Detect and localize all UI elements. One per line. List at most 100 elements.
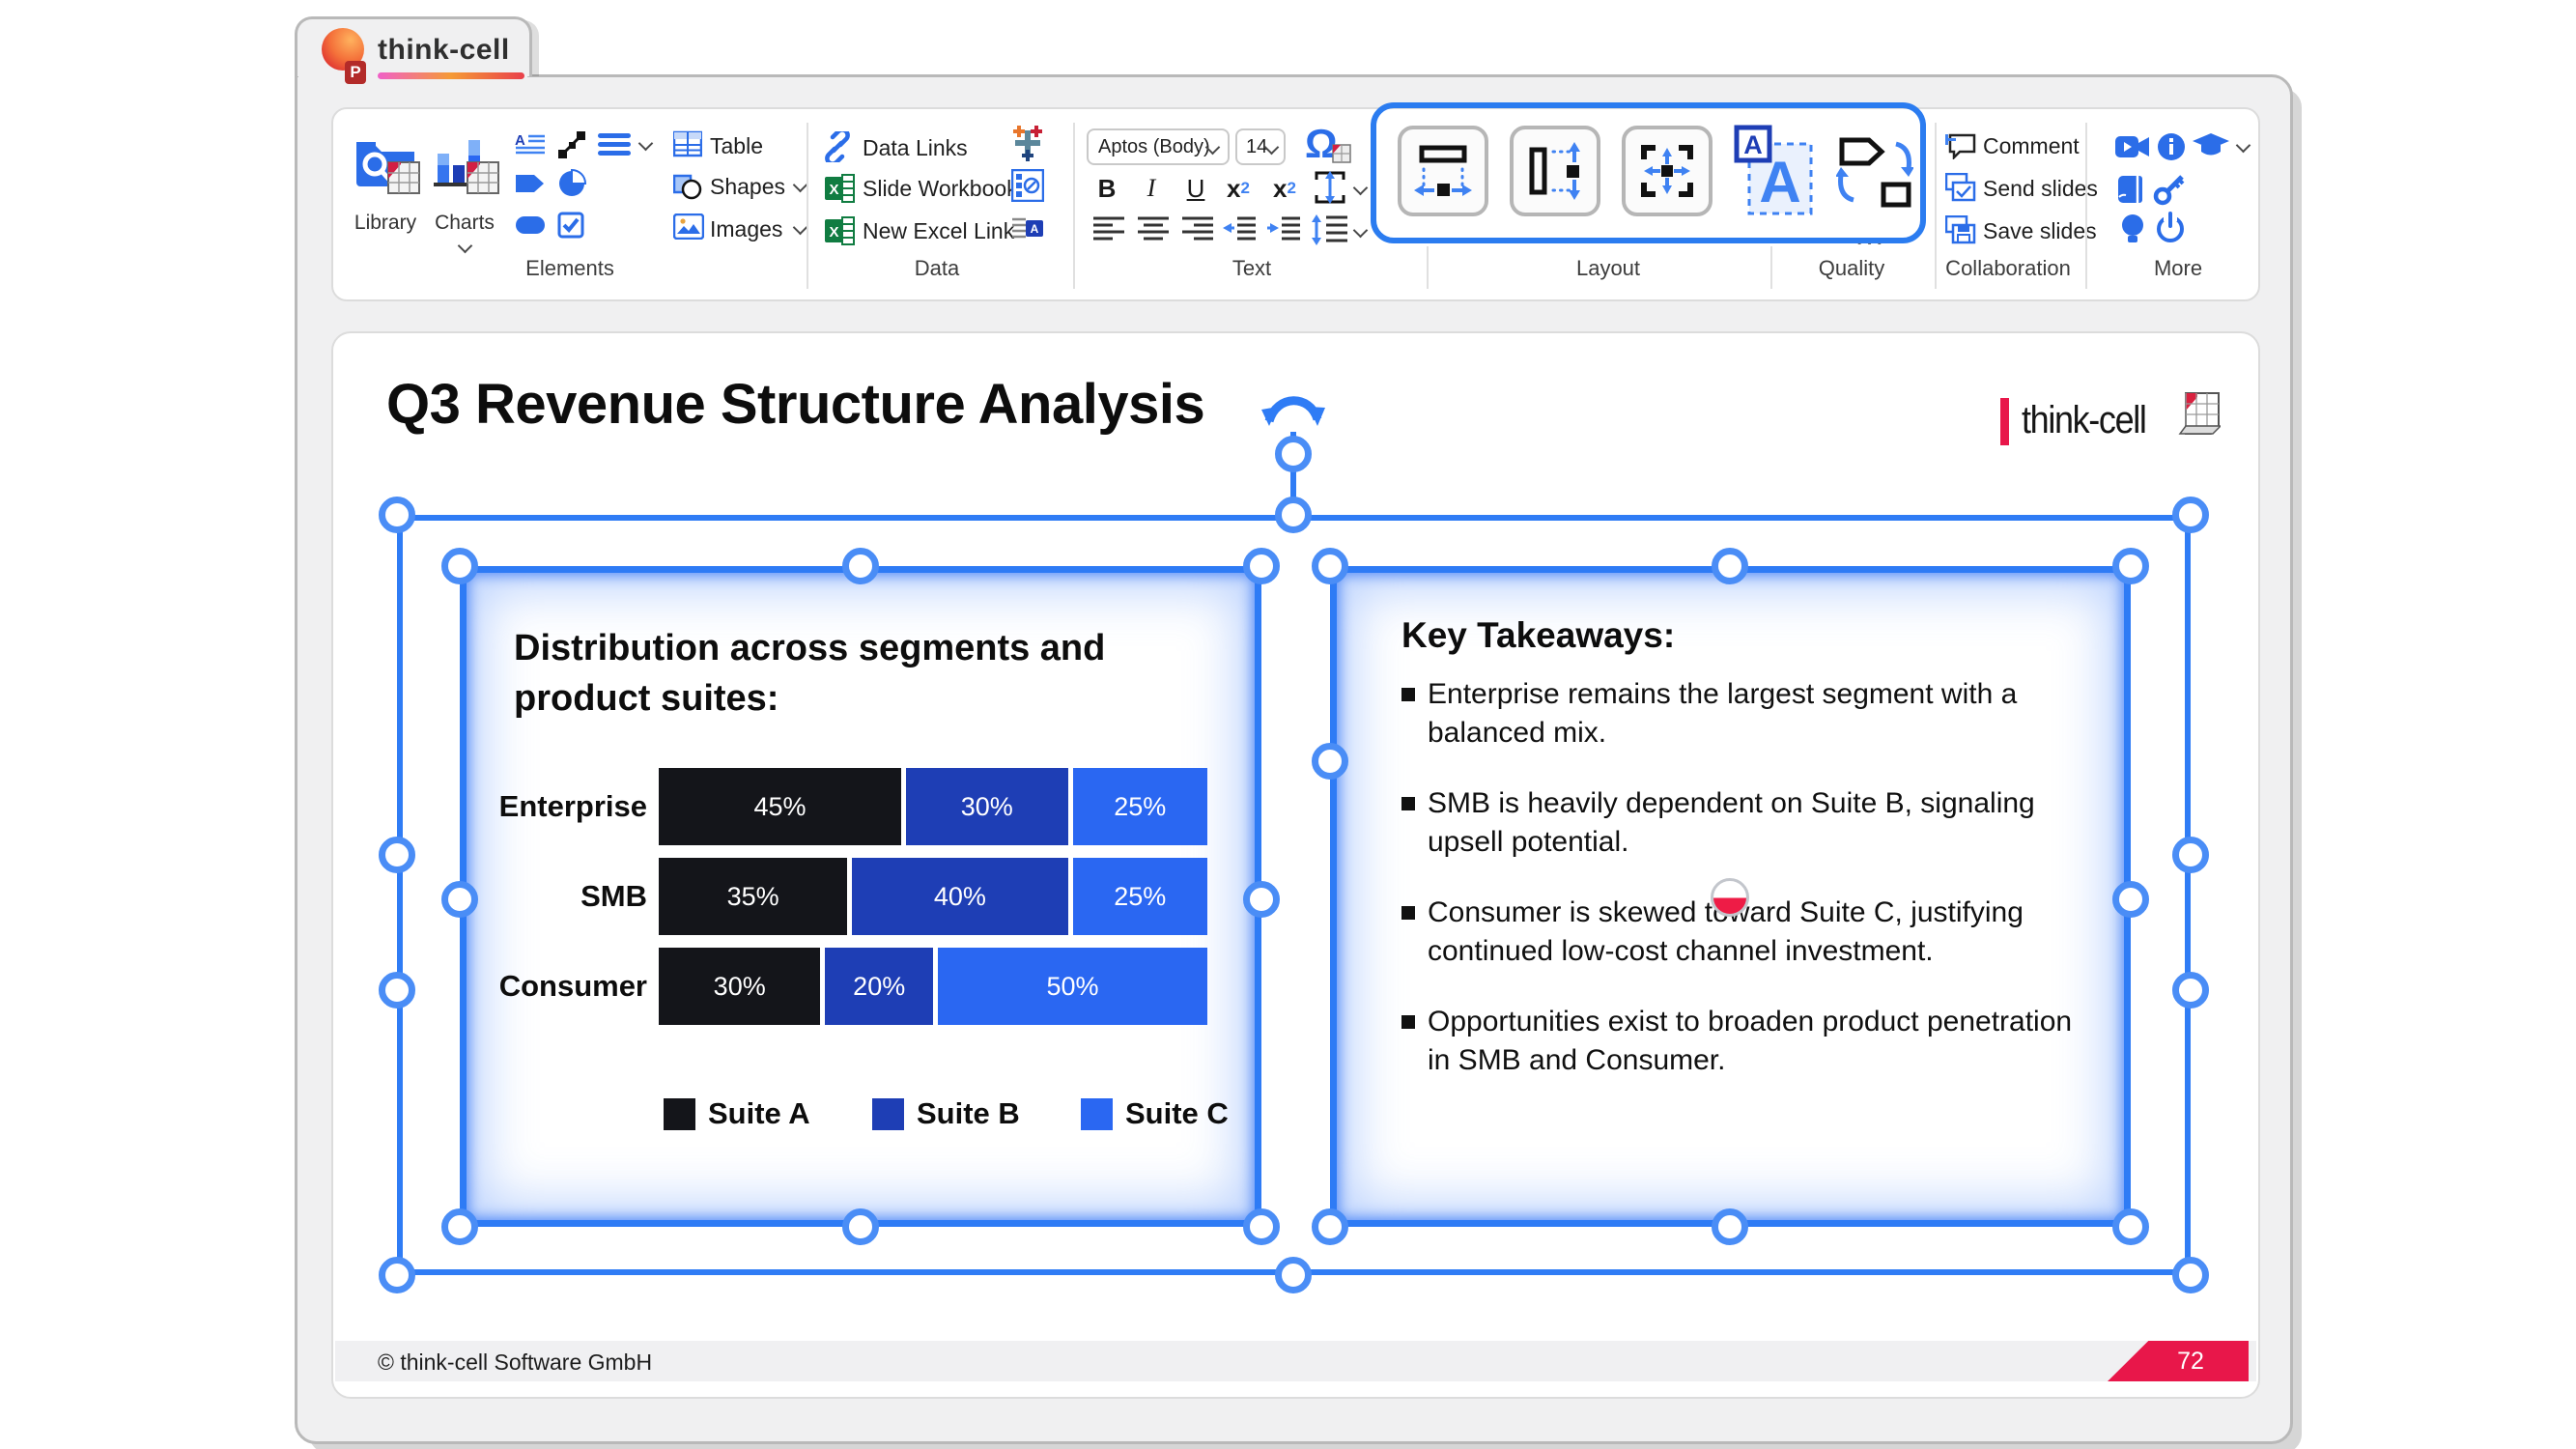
slide-workbook-button[interactable]: Slide Workbook bbox=[863, 176, 1018, 202]
underline-button[interactable]: U bbox=[1177, 171, 1214, 206]
deactivate-power-icon[interactable] bbox=[2155, 212, 2186, 242]
stacked-bar[interactable]: 30% 20% 50% bbox=[659, 948, 1207, 1025]
library-button[interactable] bbox=[354, 134, 420, 194]
selection-handle[interactable] bbox=[2172, 972, 2209, 1009]
tips-bulb-icon[interactable] bbox=[2120, 213, 2145, 244]
new-excel-link-button[interactable]: New Excel Link bbox=[863, 218, 1014, 244]
page-number-badge: 72 bbox=[2108, 1341, 2249, 1381]
line-spacing-chevron-icon[interactable] bbox=[1352, 222, 1369, 239]
selection-handle[interactable] bbox=[1243, 1208, 1280, 1245]
increase-indent-icon[interactable] bbox=[1266, 215, 1301, 241]
line-spacing-icon[interactable] bbox=[1311, 213, 1349, 246]
license-key-icon[interactable] bbox=[2153, 173, 2186, 206]
subscript-button[interactable]: x2 bbox=[1220, 171, 1257, 206]
shapes-button[interactable]: Shapes bbox=[710, 174, 785, 200]
rotate-handle-arrow-icon[interactable] bbox=[1260, 386, 1327, 431]
bar-segment: 45% bbox=[659, 768, 902, 845]
rotate-handle[interactable] bbox=[1275, 436, 1312, 472]
section-divider bbox=[2085, 123, 2087, 289]
list-menu-chevron-icon[interactable] bbox=[637, 135, 654, 152]
selection-handle[interactable] bbox=[1275, 1257, 1312, 1293]
chart-panel[interactable]: Distribution across segments and product… bbox=[460, 566, 1261, 1227]
selection-handle[interactable] bbox=[2172, 837, 2209, 873]
checkbox-icon[interactable] bbox=[557, 212, 584, 239]
legend-label: Suite A bbox=[708, 1096, 810, 1130]
selection-handle[interactable] bbox=[2112, 1208, 2149, 1245]
tab-title: think-cell bbox=[378, 34, 510, 66]
italic-button[interactable]: I bbox=[1133, 171, 1170, 206]
stacked-bar[interactable]: 45% 30% 25% bbox=[659, 768, 1207, 845]
manual-icon[interactable] bbox=[2116, 175, 2145, 204]
bold-button[interactable]: B bbox=[1089, 171, 1125, 206]
comment-button[interactable]: Comment bbox=[1983, 133, 2080, 159]
table-icon bbox=[673, 130, 702, 157]
selection-handle[interactable] bbox=[2112, 548, 2149, 584]
selection-handle[interactable] bbox=[379, 972, 415, 1009]
selection-handle[interactable] bbox=[441, 1208, 478, 1245]
data-links-button[interactable]: Data Links bbox=[863, 135, 968, 161]
selection-handle[interactable] bbox=[379, 1257, 415, 1293]
selection-handle[interactable] bbox=[1712, 548, 1748, 584]
more-chevron-icon[interactable] bbox=[2235, 137, 2251, 154]
selection-handle[interactable] bbox=[1312, 548, 1348, 584]
list-menu-icon[interactable] bbox=[598, 132, 633, 157]
fit-text-chevron-icon[interactable] bbox=[1352, 180, 1369, 196]
section-label-elements: Elements bbox=[525, 256, 614, 280]
selection-handle[interactable] bbox=[1275, 497, 1312, 533]
selection-handle[interactable] bbox=[1243, 881, 1280, 918]
font-size-select[interactable]: 14 bbox=[1235, 128, 1286, 165]
info-icon[interactable] bbox=[2157, 132, 2186, 161]
selection-handle[interactable] bbox=[379, 837, 415, 873]
selection-handle[interactable] bbox=[1243, 548, 1280, 584]
selection-handle[interactable] bbox=[379, 497, 415, 533]
special-character-button[interactable]: Ω bbox=[1305, 121, 1351, 167]
slide-footer: © think-cell Software GmbH 72 bbox=[335, 1341, 2256, 1381]
images-button[interactable]: Images bbox=[710, 216, 782, 242]
selection-handle[interactable] bbox=[441, 548, 478, 584]
font-name-select[interactable]: Aptos (Body) bbox=[1087, 128, 1230, 165]
section-label-text: Text bbox=[1231, 256, 1272, 280]
selection-handle[interactable] bbox=[1312, 1208, 1348, 1245]
svg-text:A: A bbox=[515, 132, 525, 149]
workbook-link-icon[interactable] bbox=[1011, 169, 1044, 202]
center-lock-handle[interactable] bbox=[1711, 878, 1749, 917]
rounded-rectangle-icon[interactable] bbox=[515, 215, 546, 235]
label-tag-icon[interactable] bbox=[515, 173, 546, 194]
legend-swatch bbox=[872, 1097, 904, 1130]
images-icon bbox=[673, 213, 704, 240]
pie-chart-icon[interactable] bbox=[557, 169, 586, 198]
tab-content[interactable]: P think-cell bbox=[295, 16, 532, 94]
charts-chevron-icon[interactable] bbox=[457, 238, 473, 254]
table-button[interactable]: Table bbox=[710, 133, 763, 159]
selection-handle[interactable] bbox=[2172, 1257, 2209, 1293]
superscript-button[interactable]: x2 bbox=[1266, 171, 1303, 206]
images-chevron-icon[interactable] bbox=[792, 219, 808, 236]
video-tutorials-icon[interactable] bbox=[2115, 134, 2150, 159]
training-icon[interactable] bbox=[2192, 132, 2230, 159]
powerpoint-icon: P bbox=[322, 28, 366, 84]
selection-handle[interactable] bbox=[441, 881, 478, 918]
charts-button[interactable] bbox=[434, 134, 499, 194]
text-link-icon[interactable]: A bbox=[1011, 213, 1044, 243]
send-slides-button[interactable]: Send slides bbox=[1983, 176, 2098, 202]
connector-line-icon[interactable] bbox=[557, 130, 586, 159]
decrease-indent-icon[interactable] bbox=[1222, 215, 1257, 241]
legend-label: Suite C bbox=[1125, 1096, 1229, 1130]
shapes-chevron-icon[interactable] bbox=[792, 177, 808, 193]
selection-handle[interactable] bbox=[2112, 881, 2149, 918]
selection-handle[interactable] bbox=[1712, 1208, 1748, 1245]
tableau-icon[interactable] bbox=[1009, 125, 1046, 161]
stacked-bar[interactable]: 35% 40% 25% bbox=[659, 858, 1207, 935]
fit-text-frame-icon[interactable] bbox=[1311, 169, 1349, 206]
align-left-icon[interactable] bbox=[1092, 215, 1125, 241]
selection-handle[interactable] bbox=[1312, 743, 1348, 780]
excel-icon: X bbox=[825, 174, 855, 203]
align-center-icon[interactable] bbox=[1137, 215, 1170, 241]
selection-handle[interactable] bbox=[2172, 497, 2209, 533]
selection-handle[interactable] bbox=[842, 548, 879, 584]
text-element-icon[interactable]: A bbox=[515, 132, 546, 157]
save-slides-button[interactable]: Save slides bbox=[1983, 218, 2097, 244]
takeaway-item: Opportunities exist to broaden product p… bbox=[1401, 1003, 2083, 1080]
align-right-icon[interactable] bbox=[1181, 215, 1214, 241]
selection-handle[interactable] bbox=[842, 1208, 879, 1245]
